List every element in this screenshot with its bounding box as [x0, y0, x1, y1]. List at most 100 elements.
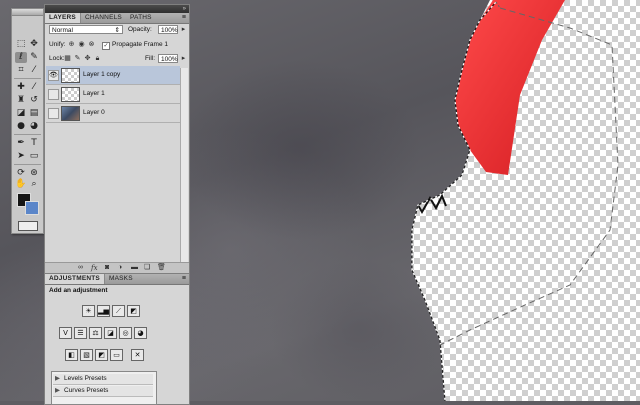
tools-separator — [14, 134, 41, 135]
tab-paths[interactable]: PATHS — [126, 13, 156, 23]
clone-stamp-tool-icon[interactable]: ♜ — [15, 95, 27, 106]
invert-icon[interactable]: ◧ — [65, 349, 78, 361]
3d-orbit-tool-icon[interactable]: ⊛ — [28, 168, 40, 179]
levels-icon[interactable]: ▂▅ — [97, 305, 110, 317]
3d-rotate-tool-icon[interactable]: ⟳ — [15, 168, 27, 179]
preset-label: Curves Presets — [64, 387, 109, 394]
opacity-dropdown-icon[interactable]: ▸ — [179, 25, 188, 34]
brush-tool-icon[interactable]: ⁄ — [28, 82, 40, 93]
eraser-tool-icon[interactable]: ◪ — [15, 108, 27, 119]
unify-style-icon[interactable]: ⊗ — [87, 40, 96, 49]
tab-channels[interactable]: CHANNELS — [81, 13, 126, 23]
blend-mode-select[interactable]: Normal ⇕ — [49, 25, 123, 34]
presets-list: ▶ Levels Presets ▶ Curves Presets — [51, 371, 157, 405]
fill-dropdown-icon[interactable]: ▸ — [179, 54, 188, 63]
eye-icon[interactable]: 👁︎ — [48, 70, 59, 81]
chevron-down-icon: ⇕ — [114, 27, 120, 34]
healing-tool-icon[interactable]: ✚ — [15, 82, 27, 93]
layer-name: Layer 0 — [83, 109, 105, 116]
shape-tool-icon[interactable]: ▭ — [28, 151, 40, 162]
hue-saturation-icon[interactable]: ☰ — [74, 327, 87, 339]
layer-thumbnail — [61, 68, 80, 83]
photo-filter-icon[interactable]: ◎ — [119, 327, 132, 339]
gradient-map-icon[interactable]: ▭ — [110, 349, 123, 361]
tools-palette: ⬚ ✥ ℓ ✎ ⌗ ⁄ ✚ ⁄ ♜ ↺ ◪ ▤ ● ◕ ✒ T ➤ ▭ ⟳ ⊛ … — [11, 8, 44, 234]
layers-panel-tabs: LAYERS CHANNELS PATHS ≡ — [45, 13, 189, 24]
opacity-label: Opacity: — [128, 26, 152, 33]
layer-thumbnail — [61, 106, 80, 121]
layer-name: Layer 1 copy — [83, 71, 121, 78]
lock-paint-icon[interactable]: ✎ — [73, 54, 82, 63]
unify-visibility-icon[interactable]: ◉ — [77, 40, 86, 49]
marquee-tool-icon[interactable]: ⬚ — [15, 39, 27, 50]
lock-transparency-icon[interactable]: ▦ — [63, 54, 72, 63]
tools-separator — [14, 78, 41, 79]
adjustments-panel-tabs: ADJUSTMENTS MASKS ≡ — [45, 274, 189, 285]
tab-masks[interactable]: MASKS — [105, 274, 137, 284]
layer-row[interactable]: Layer 1 — [46, 85, 180, 104]
history-brush-tool-icon[interactable]: ↺ — [28, 95, 40, 106]
posterize-icon[interactable]: ▧ — [80, 349, 93, 361]
layers-scrollbar[interactable] — [180, 68, 188, 262]
lock-all-icon[interactable]: 🔒︎ — [93, 54, 102, 63]
channel-mixer-icon[interactable]: ◕ — [134, 327, 147, 339]
tab-adjustments[interactable]: ADJUSTMENTS — [45, 274, 105, 284]
disclosure-triangle-icon: ▶ — [55, 375, 60, 382]
fill-input[interactable]: 100% — [158, 54, 178, 63]
vibrance-icon[interactable]: V — [59, 327, 72, 339]
black-white-icon[interactable]: ◪ — [104, 327, 117, 339]
fill-label: Fill: — [145, 55, 156, 62]
visibility-toggle[interactable] — [48, 108, 59, 119]
tab-layers[interactable]: LAYERS — [45, 13, 81, 23]
lock-position-icon[interactable]: ✥ — [83, 54, 92, 63]
zoom-tool-icon[interactable]: ⌕ — [28, 179, 40, 190]
brightness-contrast-icon[interactable]: ☀ — [82, 305, 95, 317]
eyedropper-tool-icon[interactable]: ⁄ — [28, 65, 40, 76]
tools-separator — [14, 164, 41, 165]
quick-mask-button[interactable] — [18, 221, 38, 231]
type-tool-icon[interactable]: T — [28, 138, 40, 149]
layer-name: Layer 1 — [83, 90, 105, 97]
adjustment-layer-icon[interactable]: ◑ — [118, 263, 122, 273]
panel-menu-icon[interactable]: ≡ — [182, 274, 186, 284]
fx-icon[interactable]: fx — [91, 263, 98, 273]
visibility-toggle[interactable] — [48, 89, 59, 100]
mask-icon[interactable]: ◙ — [105, 263, 109, 273]
tools-palette-grip[interactable] — [12, 9, 43, 16]
new-layer-icon[interactable]: ❏ — [144, 263, 150, 273]
crop-tool-icon[interactable]: ⌗ — [15, 65, 27, 76]
link-icon[interactable]: ∞ — [78, 263, 83, 273]
layers-panel-titlebar[interactable]: » — [45, 5, 189, 13]
layer-row[interactable]: 👁︎ Layer 1 copy — [46, 66, 180, 85]
background-color-swatch[interactable] — [25, 201, 39, 215]
collapse-icon[interactable]: » — [183, 6, 186, 12]
pen-tool-icon[interactable]: ✒ — [15, 138, 27, 149]
preset-label: Levels Presets — [64, 375, 107, 382]
color-balance-icon[interactable]: ⚖ — [89, 327, 102, 339]
group-icon[interactable]: ▬ — [131, 263, 138, 273]
curves-icon[interactable]: ⟋ — [112, 305, 125, 317]
propagate-checkbox[interactable]: ✓ — [102, 42, 110, 50]
unify-position-icon[interactable]: ⊕ — [67, 40, 76, 49]
blur-tool-icon[interactable]: ● — [15, 121, 27, 132]
presets-list-item[interactable]: ▶ Curves Presets — [53, 386, 153, 397]
move-tool-icon[interactable]: ✥ — [28, 39, 40, 50]
exposure-icon[interactable]: ◩ — [127, 305, 140, 317]
blend-mode-value: Normal — [52, 27, 73, 34]
threshold-icon[interactable]: ◩ — [95, 349, 108, 361]
unify-label: Unify: — [49, 41, 66, 48]
selective-color-icon[interactable]: ✕ — [131, 349, 144, 361]
layers-panel: » LAYERS CHANNELS PATHS ≡ Normal ⇕ Opaci… — [44, 4, 190, 274]
path-select-tool-icon[interactable]: ➤ — [15, 151, 27, 162]
quick-select-tool-icon[interactable]: ✎ — [28, 52, 40, 63]
dodge-tool-icon[interactable]: ◕ — [28, 121, 40, 132]
hand-tool-icon[interactable]: ✋ — [15, 179, 27, 190]
adjustments-panel: ADJUSTMENTS MASKS ≡ Add an adjustment ☀ … — [44, 273, 190, 405]
lasso-tool-icon[interactable]: ℓ — [15, 52, 27, 63]
gradient-tool-icon[interactable]: ▤ — [28, 108, 40, 119]
layer-row[interactable]: Layer 0 — [46, 104, 180, 123]
trash-icon[interactable]: 🗑︎ — [157, 263, 166, 273]
presets-list-item[interactable]: ▶ Levels Presets — [53, 374, 153, 385]
opacity-input[interactable]: 100% — [158, 25, 178, 34]
panel-menu-icon[interactable]: ≡ — [182, 13, 186, 23]
